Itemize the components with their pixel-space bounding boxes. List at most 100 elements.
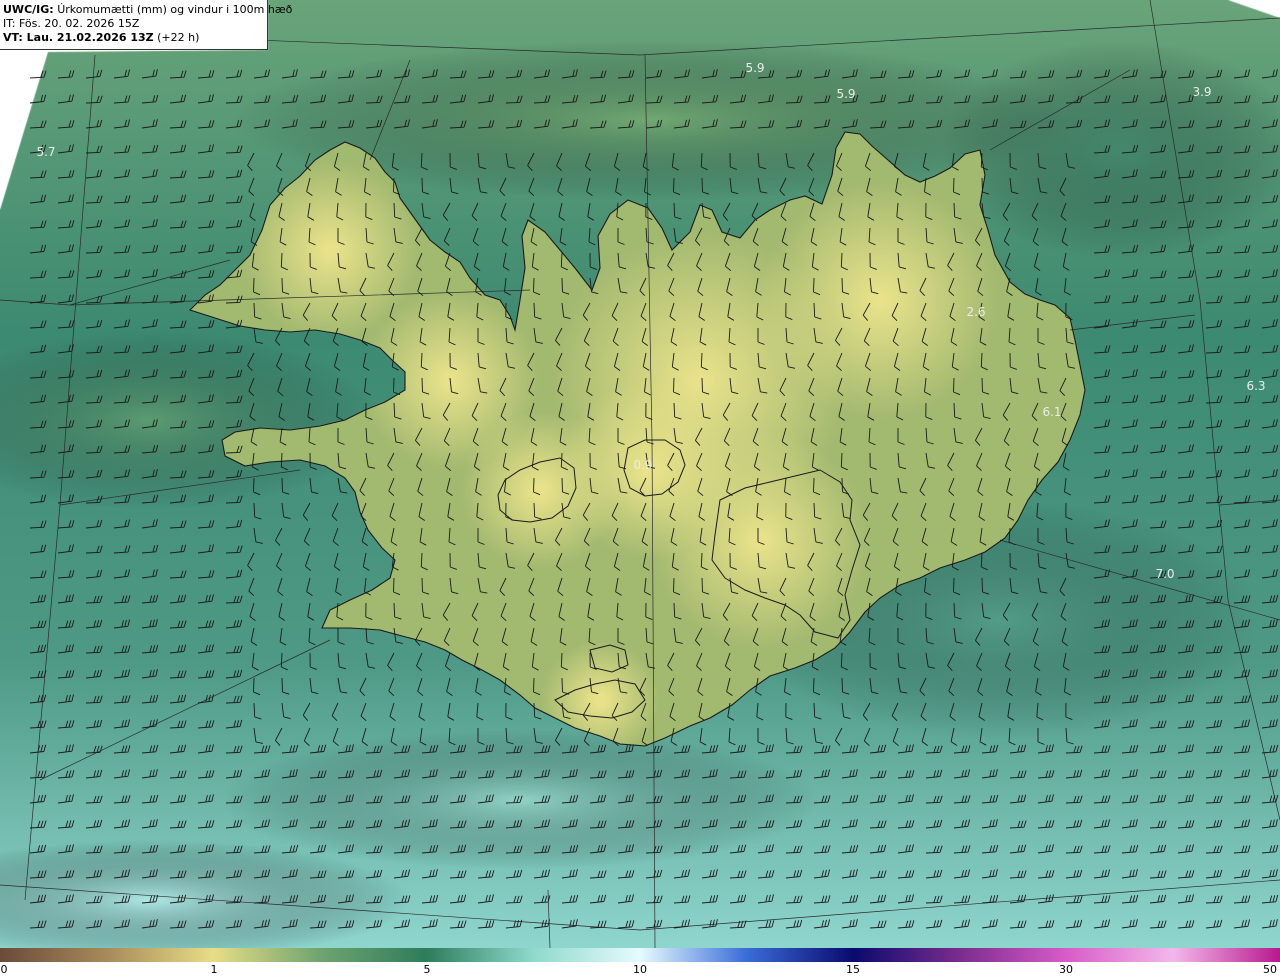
wind-barb — [1121, 294, 1139, 304]
wind-barb — [1064, 677, 1072, 696]
wind-barb — [1261, 369, 1278, 379]
wind-barb — [723, 427, 731, 447]
wind-barb — [1261, 394, 1279, 404]
wind-barb — [393, 119, 411, 129]
wind-barb — [169, 494, 187, 504]
wind-barb — [1121, 344, 1139, 354]
wind-barb — [979, 727, 987, 746]
wind-barb — [225, 145, 243, 154]
wind-barb — [505, 895, 523, 904]
wind-barb — [449, 920, 467, 929]
wind-barb — [533, 302, 542, 320]
wind-barb — [922, 152, 930, 171]
wind-barb — [617, 228, 625, 245]
wind-barb — [617, 870, 635, 879]
wind-barb — [589, 277, 599, 295]
wind-barb — [421, 819, 438, 829]
wind-barb — [893, 352, 901, 371]
wind-barb — [281, 502, 291, 520]
wind-barb — [757, 728, 765, 745]
wind-barb — [337, 228, 345, 245]
product-title: Úrkomumætti (mm) og vindur i 100m hæð — [57, 3, 293, 16]
wind-barb — [141, 119, 158, 129]
wind-barb — [559, 627, 567, 646]
value-label: 0.9 — [633, 458, 652, 472]
wind-barb — [897, 428, 905, 445]
glacier-outlines — [497, 439, 861, 719]
wind-barb — [225, 219, 243, 229]
wind-barb — [1205, 669, 1223, 679]
wind-barb — [1233, 845, 1251, 854]
wind-barb — [953, 895, 971, 904]
wind-barb — [1009, 177, 1019, 195]
wind-barb — [616, 602, 624, 621]
wind-barb — [141, 919, 158, 929]
wind-barb — [57, 820, 75, 829]
wind-barb — [1121, 919, 1138, 929]
wind-barb — [920, 502, 927, 522]
wind-barb — [475, 677, 482, 696]
wind-barb — [645, 119, 663, 129]
wind-barb — [281, 702, 291, 720]
wind-barb — [389, 302, 396, 322]
wind-barb — [359, 477, 367, 497]
wind-barb — [589, 844, 607, 854]
wind-barb — [813, 69, 831, 79]
wind-barb — [1233, 869, 1251, 879]
wind-barb — [617, 94, 634, 104]
wind-barb — [331, 702, 339, 722]
wind-barb — [1205, 645, 1223, 654]
wind-barb — [359, 277, 367, 297]
wind-barb — [1065, 119, 1083, 129]
wind-barb — [1205, 695, 1223, 704]
wind-barb — [897, 894, 914, 904]
wind-barb — [925, 602, 933, 621]
wind-barb — [866, 177, 873, 196]
wind-barb — [1149, 344, 1167, 354]
wind-barb — [951, 352, 959, 371]
wind-barb — [29, 70, 47, 79]
graticule-line — [369, 59, 411, 161]
wind-barb — [808, 377, 815, 397]
wind-barb — [1037, 794, 1054, 804]
wind-barb — [1037, 528, 1045, 545]
wind-barb — [309, 120, 327, 129]
wind-barb — [751, 602, 759, 622]
wind-barb — [393, 227, 403, 244]
wind-barb — [169, 794, 187, 804]
wind-barb — [981, 769, 998, 779]
wind-barb — [1233, 319, 1251, 329]
wind-barb — [1205, 719, 1223, 729]
wind-barb — [225, 495, 243, 504]
wind-barb — [387, 452, 395, 472]
wind-barb — [611, 502, 619, 522]
wind-barb — [225, 569, 243, 579]
wind-barb — [141, 369, 158, 379]
wind-barb — [785, 819, 803, 829]
wind-barb — [225, 119, 243, 129]
wind-barb — [588, 227, 596, 246]
wind-barb — [1093, 619, 1111, 629]
wind-barb — [1033, 252, 1041, 271]
wind-barb — [421, 769, 438, 779]
wind-barb — [813, 677, 821, 696]
wind-barb — [415, 427, 423, 446]
wind-barb — [981, 577, 990, 595]
wind-barb — [813, 795, 831, 804]
wind-barb — [695, 227, 703, 246]
wind-barb — [1149, 820, 1167, 829]
wind-barb — [1261, 269, 1278, 279]
wind-barb — [169, 920, 187, 929]
wind-barb — [924, 377, 932, 396]
graticule-line — [39, 639, 331, 781]
wind-barb — [866, 377, 873, 396]
wind-barb — [1065, 152, 1076, 169]
wind-barb — [1177, 220, 1195, 229]
wind-barb — [169, 320, 187, 329]
wind-barb — [443, 427, 451, 447]
wind-barb — [645, 627, 654, 645]
wind-barb — [499, 577, 507, 597]
wind-barb — [337, 477, 348, 494]
wind-barb — [1205, 419, 1223, 429]
wind-barb — [1233, 119, 1251, 129]
